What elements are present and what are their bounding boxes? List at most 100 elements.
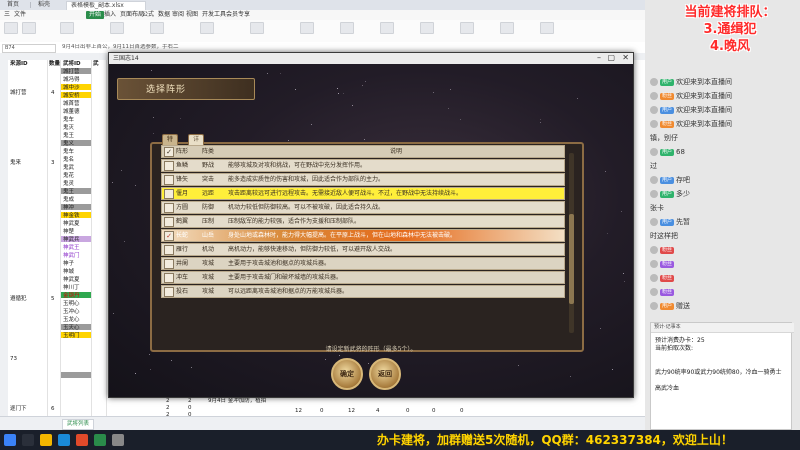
formation-description: 身处山地或森林时，能力得大幅提高。在平原上战斗，但在山地和森林中无法被击破。: [228, 232, 457, 239]
notepad-window[interactable]: 预计·记事本 预计消费办卡：25 当前拍取次数: 武力90统率90或武力90统帅…: [650, 322, 794, 430]
chat-text: 多少: [676, 190, 691, 198]
menu-file[interactable]: 文件: [14, 11, 26, 19]
sort-icon[interactable]: [380, 22, 394, 34]
chat-message: 粉丝: [650, 288, 800, 297]
sum-icon[interactable]: [300, 22, 314, 34]
wrap-icon[interactable]: [200, 22, 214, 34]
search-icon[interactable]: [22, 434, 34, 446]
formation-name: 井阑: [176, 260, 189, 267]
menu-developer[interactable]: 开发工具: [202, 11, 226, 19]
menu-view[interactable]: 视图: [186, 11, 198, 19]
col-formation: 阵形: [176, 148, 189, 155]
cell-icon[interactable]: [460, 22, 474, 34]
user-badge: 用户: [660, 148, 675, 156]
formation-description: 机动力较低但防御较高。可以不被攻破，因此适合持久战。: [228, 204, 385, 211]
chat-text: 欢迎来到本直播间: [676, 92, 733, 100]
menu-insert[interactable]: 插入: [104, 11, 116, 19]
menu-member[interactable]: 会员专享: [226, 11, 250, 19]
tab-details[interactable]: 详情: [188, 134, 205, 153]
user-badge: 用户: [660, 302, 675, 310]
avatar: [650, 274, 658, 282]
start-icon[interactable]: [4, 434, 16, 446]
col-description: 说明: [389, 148, 402, 155]
formation-name: 投石: [176, 288, 189, 295]
game-window[interactable]: 三国志14 ✕ ▢ – 选择阵形 特征 详情 ✓ 阵形 阵类 说明 鱼鳞 野战 能够…: [108, 52, 634, 398]
formation-checkbox[interactable]: [164, 217, 174, 227]
name-box[interactable]: B74: [2, 44, 56, 53]
worksheet-icon[interactable]: [540, 22, 554, 34]
formation-checkbox[interactable]: [164, 287, 174, 297]
folder-icon[interactable]: [40, 434, 52, 446]
user-badge: 粉丝: [660, 274, 675, 282]
spreadsheet-app-icon[interactable]: [94, 434, 106, 446]
menu-start[interactable]: 开始: [86, 11, 105, 19]
formation-checkbox[interactable]: [164, 203, 174, 213]
formation-row[interactable]: 鱼鳞 野战 能够攻城及对攻和挑战，可在野战中充分发挥作用。: [161, 159, 565, 172]
star-dot: [124, 241, 125, 242]
confirm-button[interactable]: 确定: [331, 358, 363, 390]
chat-message: 用户 赠送: [650, 302, 800, 311]
formation-checkbox[interactable]: [164, 175, 174, 185]
menu-review[interactable]: 审阅: [172, 11, 184, 19]
star-dot: [112, 182, 113, 183]
formation-row[interactable]: 投石 攻城 可以远距离攻击城池和据点的万能攻城兵器。: [161, 285, 565, 298]
formation-checkbox[interactable]: [164, 259, 174, 269]
menu-data[interactable]: 数据: [158, 11, 170, 19]
minimize-icon[interactable]: –: [597, 53, 601, 63]
formation-checkbox[interactable]: [164, 189, 174, 199]
chat-message: 用户 欢迎来到本直播间: [650, 106, 800, 115]
cut-icon[interactable]: [22, 22, 36, 34]
general-name-cell: 神冲: [63, 205, 75, 211]
menu-formula[interactable]: 公式: [142, 11, 154, 19]
game-app-icon[interactable]: [76, 434, 88, 446]
formation-row[interactable]: 冲车 攻城 主要用于攻击城门和破坏城墙的攻城兵器。: [161, 271, 565, 284]
formation-checkbox[interactable]: ✓: [164, 231, 174, 241]
back-button[interactable]: 返回: [369, 358, 401, 390]
browser-icon[interactable]: [58, 434, 70, 446]
formation-row[interactable]: 鹤翼 压制 压制敌军的能力较强，适合作为支援和压制部队。: [161, 215, 565, 228]
fill-icon[interactable]: [420, 22, 434, 34]
tab-docer[interactable]: 稻壳: [34, 1, 54, 9]
formation-checkbox[interactable]: [164, 161, 174, 171]
general-name-cell: 鬼成: [63, 197, 75, 203]
star-dot: [121, 170, 122, 171]
filter-icon[interactable]: [340, 22, 354, 34]
tab-active-file[interactable]: 表格模板_副本.xlsx: [66, 1, 146, 10]
formation-row[interactable]: ✓ 长蛇 山岳 身处山地或森林时，能力得大幅提高。在平原上战斗，但在山地和森林中无法被…: [161, 229, 565, 242]
count-cell: 4: [51, 90, 55, 96]
general-name-cell: 城安桥: [63, 93, 80, 99]
maximize-icon[interactable]: ▢: [607, 53, 615, 63]
font-select-icon[interactable]: [60, 22, 74, 34]
formation-checkbox[interactable]: [164, 273, 174, 283]
chat-message: 用户 多少: [650, 190, 800, 199]
formation-type: 突击: [202, 176, 215, 183]
formation-type: 山岳: [202, 232, 215, 239]
formation-row[interactable]: 锋矢 突击 能多造成实质性的伤害和攻城，因此适合作为部队的主力。: [161, 173, 565, 186]
bold-icon[interactable]: [110, 22, 124, 34]
tab-home[interactable]: 首页: [3, 1, 23, 9]
formation-row[interactable]: 方圆 防御 机动力较低但防御较高。可以不被攻破，因此适合持久战。: [161, 201, 565, 214]
formation-row[interactable]: 雁行 机动 高机动力，能够快速移动，但防御力较低，可以避开敌人交战。: [161, 243, 565, 256]
align-icon[interactable]: [150, 22, 164, 34]
list-scroll-thumb[interactable]: [569, 214, 574, 304]
formation-checkbox[interactable]: [164, 245, 174, 255]
chat-message: 镇，别仔: [650, 134, 800, 143]
avatar: [650, 246, 658, 254]
general-name-cell: 城董德: [63, 109, 80, 115]
avatar: [650, 176, 658, 184]
formation-row[interactable]: 偃月 远距 攻击距离较远可进行远程攻击。无需接近敌人便可战斗。不过，在野战中无法持续…: [161, 187, 565, 200]
formula-input[interactable]: 9月4日出非上首公，9月11日首选参数，手右二: [62, 44, 362, 51]
format-icon[interactable]: [250, 22, 264, 34]
sheet-tab[interactable]: 武将列表: [62, 419, 95, 430]
menu-page-layout[interactable]: 页面布局: [120, 11, 144, 19]
paste-icon[interactable]: [4, 22, 18, 34]
close-icon[interactable]: ✕: [622, 53, 629, 63]
row-col-icon[interactable]: [500, 22, 514, 34]
menu-hamburger[interactable]: 三: [4, 11, 10, 19]
cell-value: 0: [188, 405, 192, 411]
formation-row[interactable]: 井阑 攻城 主要用于攻击城池和据点的攻城兵器。: [161, 257, 565, 270]
tab-features[interactable]: 特征: [162, 134, 179, 153]
chat-message: 时这样把: [650, 232, 800, 241]
notepad-app-icon[interactable]: [112, 434, 124, 446]
general-name-cell: 玉冲心: [63, 309, 80, 315]
